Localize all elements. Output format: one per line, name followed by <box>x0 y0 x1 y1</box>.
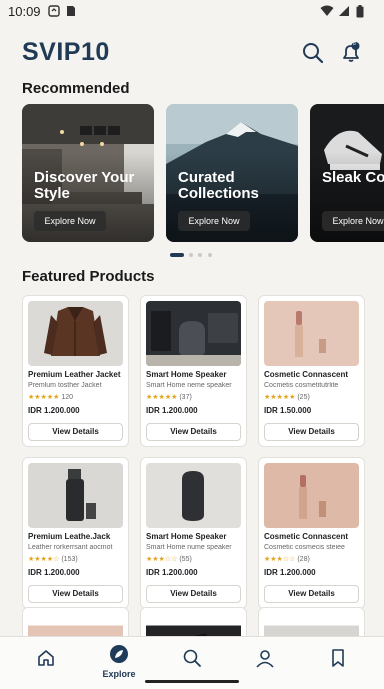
product-subtitle: Leather rorkerrsant aocmot <box>28 544 113 551</box>
recommended-card[interactable]: Discover Your Style Explore Now <box>22 104 154 242</box>
product-card[interactable]: Premium Leather Jacket Premlum tosther J… <box>22 295 129 447</box>
view-details-button[interactable]: View Details <box>264 423 359 441</box>
product-subtitle: Smart Home nume speaker <box>146 544 232 551</box>
recommended-card[interactable]: Curated Collections Explore Now <box>166 104 298 242</box>
product-card[interactable]: Smart Home Speaker Smart Home neme speak… <box>140 295 247 447</box>
rating-stars: ★★★★★ <box>146 394 178 401</box>
nav-home[interactable] <box>16 643 76 683</box>
product-price: IDR 1.200.000 <box>28 568 80 577</box>
carousel-dot-active[interactable] <box>170 253 184 257</box>
product-name: Smart Home Speaker <box>146 370 227 379</box>
product-name: Cosmetic Connascent <box>264 370 349 379</box>
wifi-icon <box>320 5 334 16</box>
nav-saved[interactable] <box>308 643 368 683</box>
rating-stars: ★★★★★ <box>264 394 296 401</box>
gesture-bar[interactable] <box>145 680 239 683</box>
rating-count: 120 <box>61 394 74 401</box>
status-time: 10:09 <box>8 4 41 19</box>
product-price: IDR 1.200.000 <box>146 406 198 415</box>
notification-badge: 8 <box>353 41 356 47</box>
view-details-button[interactable]: View Details <box>28 585 123 603</box>
battery-icon <box>356 5 364 18</box>
signal-icon <box>339 6 349 16</box>
profile-icon <box>256 650 274 668</box>
recommended-carousel[interactable]: Discover Your Style Explore Now Curated … <box>22 104 384 244</box>
notifications-button[interactable]: 8 <box>338 40 364 66</box>
smart-speaker-image <box>146 463 241 528</box>
product-rating: ★★★☆☆ (28) <box>264 555 310 563</box>
carousel-dot[interactable] <box>189 253 193 257</box>
explore-now-button[interactable]: Explore Now <box>34 211 106 231</box>
home-icon <box>38 650 54 666</box>
product-rating: ★★★★★ (25) <box>264 393 310 401</box>
product-name: Smart Home Speaker <box>146 532 227 541</box>
explore-now-button[interactable]: Explore Now <box>322 211 384 231</box>
product-rating: ★★★★★ (37) <box>146 393 192 401</box>
bell-icon <box>343 42 360 62</box>
product-card[interactable]: Cosmetic Connascent Cosmetic cosmecis st… <box>258 457 365 609</box>
view-details-button[interactable]: View Details <box>146 585 241 603</box>
product-name: Premium Leather Jacket <box>28 370 121 379</box>
view-details-button[interactable]: View Details <box>264 585 359 603</box>
sync-icon <box>48 5 60 17</box>
rating-count: (25) <box>297 394 310 401</box>
search-icon <box>303 43 324 64</box>
product-rating: ★★★★★ 120 <box>28 393 73 401</box>
product-name: Premium Leathe.Jack <box>28 532 111 541</box>
product-subtitle: Smart Home neme speaker <box>146 382 232 389</box>
recommended-card[interactable]: Sleak Collection Explore Now <box>310 104 384 242</box>
product-price: IDR 1.50.000 <box>264 406 312 415</box>
nav-explore-label: Explore <box>102 669 136 679</box>
carousel-dot[interactable] <box>208 253 212 257</box>
carousel-dot[interactable] <box>198 253 202 257</box>
nav-explore[interactable]: Explore <box>89 643 149 683</box>
product-name: Cosmetic Connascent <box>264 532 349 541</box>
explore-now-button[interactable]: Explore Now <box>178 211 250 231</box>
lipstick-image <box>264 463 359 528</box>
view-details-button[interactable]: View Details <box>28 423 123 441</box>
sim-icon <box>67 6 75 16</box>
card-title: Discover Your Style <box>34 169 135 202</box>
rating-stars: ★★★☆☆ <box>264 556 296 563</box>
card-title: Curated Collections <box>178 169 259 202</box>
bookmark-icon <box>332 649 344 667</box>
product-card[interactable]: Smart Home Speaker Smart Home nume speak… <box>140 457 247 609</box>
product-card[interactable]: Cosmetic Connascent Cocmetis cosmetitutr… <box>258 295 365 447</box>
rating-stars: ★★★★☆ <box>28 556 60 563</box>
card-title: Sleak Collection <box>322 169 384 186</box>
rating-stars: ★★★☆☆ <box>146 556 178 563</box>
status-bar: 10:09 <box>0 0 384 24</box>
recommended-title: Recommended <box>22 80 130 97</box>
rating-count: (153) <box>61 556 78 563</box>
product-price: IDR 1.200.000 <box>264 568 316 577</box>
product-subtitle: Premlum tosther Jacket <box>28 382 102 389</box>
view-details-button[interactable]: View Details <box>146 423 241 441</box>
rating-stars: ★★★★★ <box>28 394 60 401</box>
product-subtitle: Cocmetis cosmetitutrlite <box>264 382 339 389</box>
rating-count: (37) <box>179 394 192 401</box>
featured-title: Featured Products <box>22 268 155 285</box>
search-button[interactable] <box>300 40 326 66</box>
nav-search[interactable] <box>162 643 222 683</box>
product-card[interactable]: Premium Leathe.Jack Leather rorkerrsant … <box>22 457 129 609</box>
smart-speaker-image <box>146 301 241 366</box>
product-subtitle: Cosmetic cosmecis steiee <box>264 544 345 551</box>
leather-jacket-image <box>28 301 123 366</box>
product-price: IDR 1.200.000 <box>146 568 198 577</box>
search-icon <box>183 649 201 667</box>
lipstick-image <box>264 301 359 366</box>
nav-profile[interactable] <box>235 643 295 683</box>
brand-logo: SVIP10 <box>22 38 110 66</box>
product-price: IDR 1.200.000 <box>28 406 80 415</box>
rating-count: (55) <box>179 556 192 563</box>
thermos-bottle-image <box>28 463 123 528</box>
rating-count: (28) <box>297 556 310 563</box>
product-rating: ★★★☆☆ (55) <box>146 555 192 563</box>
compass-leaf-icon <box>110 645 128 663</box>
product-rating: ★★★★☆ (153) <box>28 555 78 563</box>
app-header: SVIP10 8 <box>0 28 384 78</box>
